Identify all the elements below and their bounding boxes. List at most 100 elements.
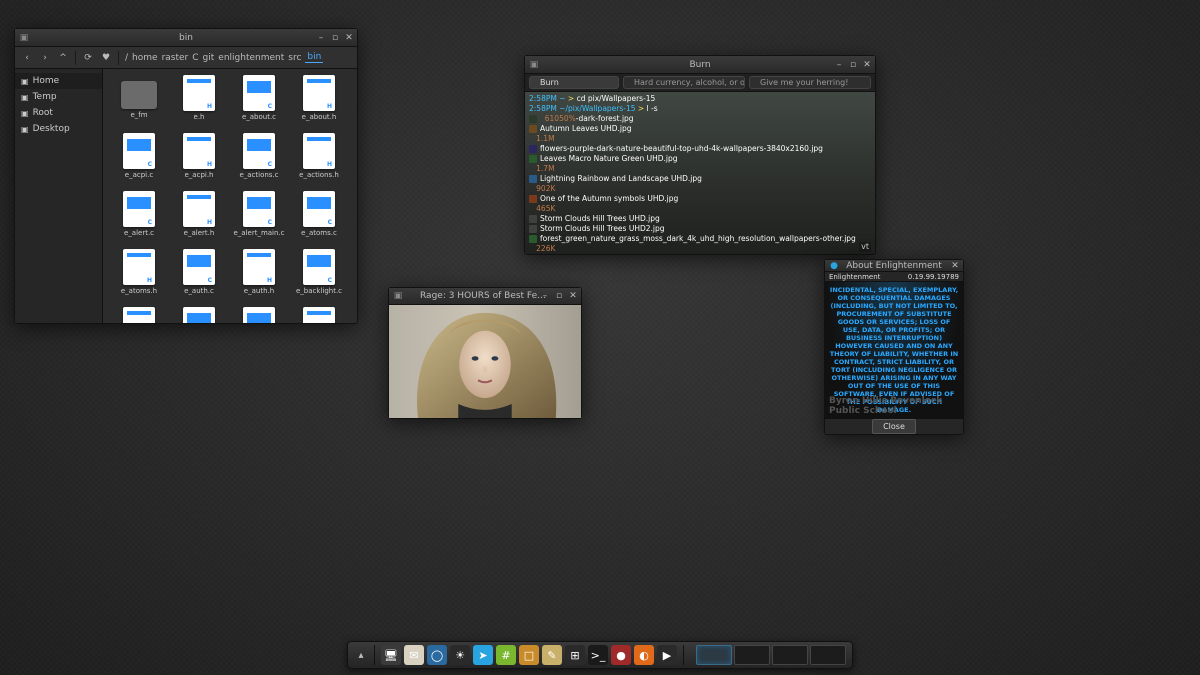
menu-button[interactable]: ▴ [354,650,368,661]
file-label: e_acpi.h [185,171,214,179]
browser-icon[interactable]: ◯ [427,645,447,665]
sidebar-item-home[interactable]: ▣Home [15,73,102,89]
about-version: 0.19.99.19789 [908,273,959,281]
file-item[interactable]: e_fm [111,75,167,129]
close-button[interactable]: ✕ [568,291,578,301]
file-manager-window[interactable]: ▣ bin – ▫ ✕ ‹ › ^ ⟳ ♥ / home rasterCgitenl… [14,28,358,324]
file-item[interactable]: Ce_about.c [231,75,287,129]
close-button[interactable]: ✕ [344,33,354,43]
file-item[interactable]: He_atoms.h [111,249,167,303]
file-item[interactable]: Ce_alert.c [111,191,167,245]
breadcrumb-segment[interactable]: enlightenment [218,53,284,63]
term-screen[interactable]: 2:58PM ~ > cd pix/Wallpapers-152:58PM ~/… [525,92,875,254]
file-item[interactable]: Ce_alert_main.c [231,191,287,245]
back-button[interactable]: ‹ [21,53,33,63]
file-item[interactable]: He_about.h [291,75,347,129]
telegram-icon[interactable]: ➤ [473,645,493,665]
sidebar-item-desktop[interactable]: ▣Desktop [15,121,102,137]
fm-file-grid[interactable]: e_fmHe.hCe_about.cHe_about.hCe_acpi.cHe_… [103,69,357,323]
folder-icon[interactable]: □ [519,645,539,665]
file-label: e_about.h [302,113,337,121]
file-label: e_auth.h [244,287,274,295]
sidebar-item-label: Home [33,76,60,86]
file-item[interactable]: Ce_actions.c [231,133,287,187]
breadcrumb-segment[interactable]: home [132,53,158,63]
breadcrumb-segment[interactable]: git [203,53,215,63]
about-dialog[interactable]: ● About Enlightenment ✕ Enlightenment 0.… [824,259,964,435]
minimize-button[interactable]: – [316,33,326,43]
file-item[interactable]: He_backlight.h [111,307,167,323]
file-item[interactable]: He.h [171,75,227,129]
close-button[interactable]: Close [872,419,916,434]
breadcrumb-segment[interactable]: / [125,53,128,63]
breadcrumb-segment[interactable]: raster [162,53,189,63]
video-player-window[interactable]: ▣ Rage: 3 HOURS of Best Female Voc... – … [388,287,582,419]
file-item[interactable]: Ce_bg.c [231,307,287,323]
file-label: e_backlight.c [296,287,342,295]
file-item[interactable]: Ce_acpi.c [111,133,167,187]
breadcrumb[interactable]: / home rasterCgitenlightenment srcbin [125,52,323,63]
term-titlebar[interactable]: ▣ Burn – ▫ ✕ [525,56,875,74]
pager-desktop[interactable] [772,645,808,665]
close-button[interactable]: ✕ [950,261,960,271]
file-label: e_actions.h [299,171,339,179]
terminal-icon[interactable]: >_ [588,645,608,665]
file-item[interactable]: He_alert.h [171,191,227,245]
maximize-button[interactable]: ▫ [848,60,858,70]
file-item[interactable]: Ce_backlight_ma... [171,307,227,323]
notes-icon[interactable]: ✎ [542,645,562,665]
file-item[interactable]: He_auth.h [231,249,287,303]
pager-desktop[interactable] [696,645,732,665]
terminal-line: 902K [529,184,871,194]
term-tabs[interactable]: Burn Hard currency, alcohol, or ot... Give… [525,74,875,92]
fm-titlebar[interactable]: ▣ bin – ▫ ✕ [15,29,357,47]
file-item[interactable]: Ce_backlight.c [291,249,347,303]
terminal-tab[interactable]: Hard currency, alcohol, or ot... [623,76,745,89]
breadcrumb-segment[interactable]: C [192,53,198,63]
terminal-line: Storm Clouds Hill Trees UHD.jpg [529,214,871,224]
files-icon[interactable]: 🖥 [381,645,401,665]
maximize-button[interactable]: ▫ [554,291,564,301]
taskbar[interactable]: ▴ 🖥✉◯☀➤#□✎⊞>_●◐▶ [347,641,853,669]
firefox-icon[interactable]: ◐ [634,645,654,665]
file-item[interactable]: Ce_auth.c [171,249,227,303]
fm-app-icon: ▣ [19,33,29,43]
file-label: e_atoms.h [121,287,157,295]
pager-desktop[interactable] [810,645,846,665]
about-titlebar[interactable]: ● About Enlightenment ✕ [825,260,963,272]
file-item[interactable]: He_bg.h [291,307,347,323]
sidebar-item-temp[interactable]: ▣Temp [15,89,102,105]
file-label: e_alert.c [124,229,154,237]
video-frame[interactable] [389,305,581,418]
pager[interactable] [696,645,846,665]
up-button[interactable]: ^ [57,53,69,63]
terminal-window[interactable]: ▣ Burn – ▫ ✕ Burn Hard currency, alcohol,… [524,55,876,255]
favorite-button[interactable]: ♥ [100,53,112,63]
weather-icon[interactable]: ☀ [450,645,470,665]
terminal-tab[interactable]: Burn [529,76,619,89]
terminal-line: 1.1M [529,134,871,144]
file-item[interactable]: He_acpi.h [171,133,227,187]
cherry-icon[interactable]: ● [611,645,631,665]
minimize-button[interactable]: – [834,60,844,70]
forward-button[interactable]: › [39,53,51,63]
breadcrumb-segment[interactable]: src [288,53,301,63]
mail-icon[interactable]: ✉ [404,645,424,665]
terminal-line: 1.7M [529,164,871,174]
breadcrumb-segment[interactable]: bin [305,52,323,63]
file-item[interactable]: He_actions.h [291,133,347,187]
wine-icon[interactable]: ⊞ [565,645,585,665]
terminal-tab[interactable]: Give me your herring! [749,76,871,89]
irc-icon[interactable]: # [496,645,516,665]
about-app-name: Enlightenment [829,273,880,281]
close-button[interactable]: ✕ [862,60,872,70]
terminal-line: flowers-purple-dark-nature-beautiful-top… [529,144,871,154]
file-item[interactable]: Ce_atoms.c [291,191,347,245]
video-titlebar[interactable]: ▣ Rage: 3 HOURS of Best Female Voc... – … [389,288,581,305]
pager-desktop[interactable] [734,645,770,665]
minimize-button[interactable]: – [540,291,550,301]
maximize-button[interactable]: ▫ [330,33,340,43]
reload-button[interactable]: ⟳ [82,53,94,63]
video-icon[interactable]: ▶ [657,645,677,665]
sidebar-item-root[interactable]: ▣Root [15,105,102,121]
